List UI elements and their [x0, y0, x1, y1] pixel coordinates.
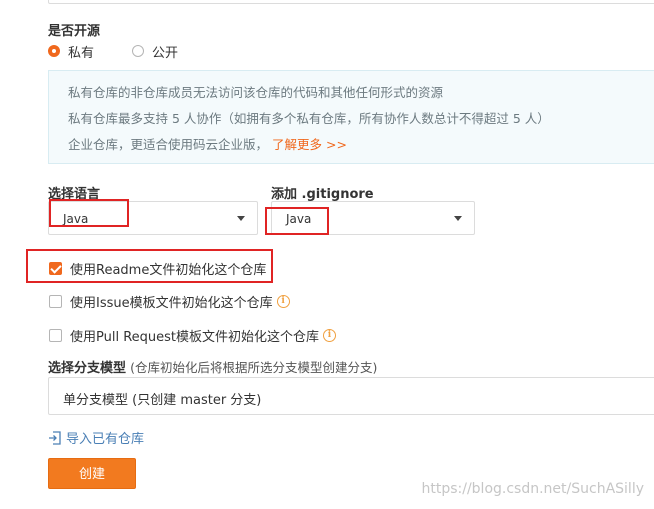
annotation-highlight-language	[49, 199, 129, 227]
previous-input-field[interactable]	[48, 0, 654, 4]
annotation-highlight-gitignore	[265, 207, 329, 235]
open-source-label: 是否开源	[48, 24, 101, 39]
checkbox-issue-label: 使用Issue模板文件初始化这个仓库	[70, 296, 273, 311]
branch-model-label: 选择分支模型	[48, 361, 127, 376]
learn-more-link[interactable]: 了解更多 >>	[272, 137, 347, 152]
radio-selected-icon[interactable]	[48, 45, 60, 57]
radio-private[interactable]: 私有	[48, 42, 94, 61]
checkbox-pull-request-label: 使用Pull Request模板文件初始化这个仓库	[70, 330, 320, 345]
info-icon[interactable]: i	[323, 329, 337, 342]
info-line-3: 企业仓库，更适合使用码云企业版， 了解更多 >>	[68, 135, 654, 161]
radio-unselected-icon[interactable]	[132, 45, 145, 57]
info-line-2: 私有仓库最多支持 5 人协作（如拥有多个私有仓库，所有协作人数总计不得超过 5 …	[68, 111, 550, 126]
branch-model-heading: 选择分支模型 (仓库初始化后将根据所选分支模型创建分支)	[48, 357, 377, 376]
private-repo-info-box: 私有仓库的非仓库成员无法访问该仓库的代码和其他任何形式的资源 私有仓库最多支持 …	[48, 70, 654, 164]
branch-model-select[interactable]: 单分支模型 (只创建 master 分支)	[48, 377, 654, 415]
checkbox-unchecked-icon[interactable]	[49, 329, 62, 342]
checkbox-unchecked-icon[interactable]	[49, 295, 62, 308]
create-button[interactable]: 创建	[48, 458, 136, 489]
import-icon	[49, 430, 61, 445]
chevron-down-icon	[454, 216, 462, 221]
checkbox-pull-request-row[interactable]: 使用Pull Request模板文件初始化这个仓库 i	[49, 326, 337, 345]
info-icon[interactable]: i	[276, 295, 290, 308]
checkbox-issue-row[interactable]: 使用Issue模板文件初始化这个仓库 i	[49, 292, 290, 311]
info-line-1: 私有仓库的非仓库成员无法访问该仓库的代码和其他任何形式的资源	[68, 85, 444, 100]
annotation-highlight-readme	[26, 249, 273, 283]
branch-model-select-value: 单分支模型 (只创建 master 分支)	[63, 393, 262, 408]
info-line-3-text: 企业仓库，更适合使用码云企业版，	[68, 137, 269, 152]
chevron-down-icon	[237, 216, 245, 221]
gitignore-label: 添加 .gitignore	[271, 187, 374, 202]
import-repo-link[interactable]: 导入已有仓库	[48, 428, 144, 447]
visibility-radio-group: 私有 公开	[48, 42, 178, 61]
import-repo-label: 导入已有仓库	[66, 432, 145, 447]
radio-private-label: 私有	[68, 45, 95, 61]
branch-model-hint: (仓库初始化后将根据所选分支模型创建分支)	[130, 360, 378, 375]
radio-public-label: 公开	[152, 45, 179, 61]
watermark-text: https://blog.csdn.net/SuchASilly	[421, 481, 644, 497]
radio-public[interactable]: 公开	[132, 42, 178, 61]
